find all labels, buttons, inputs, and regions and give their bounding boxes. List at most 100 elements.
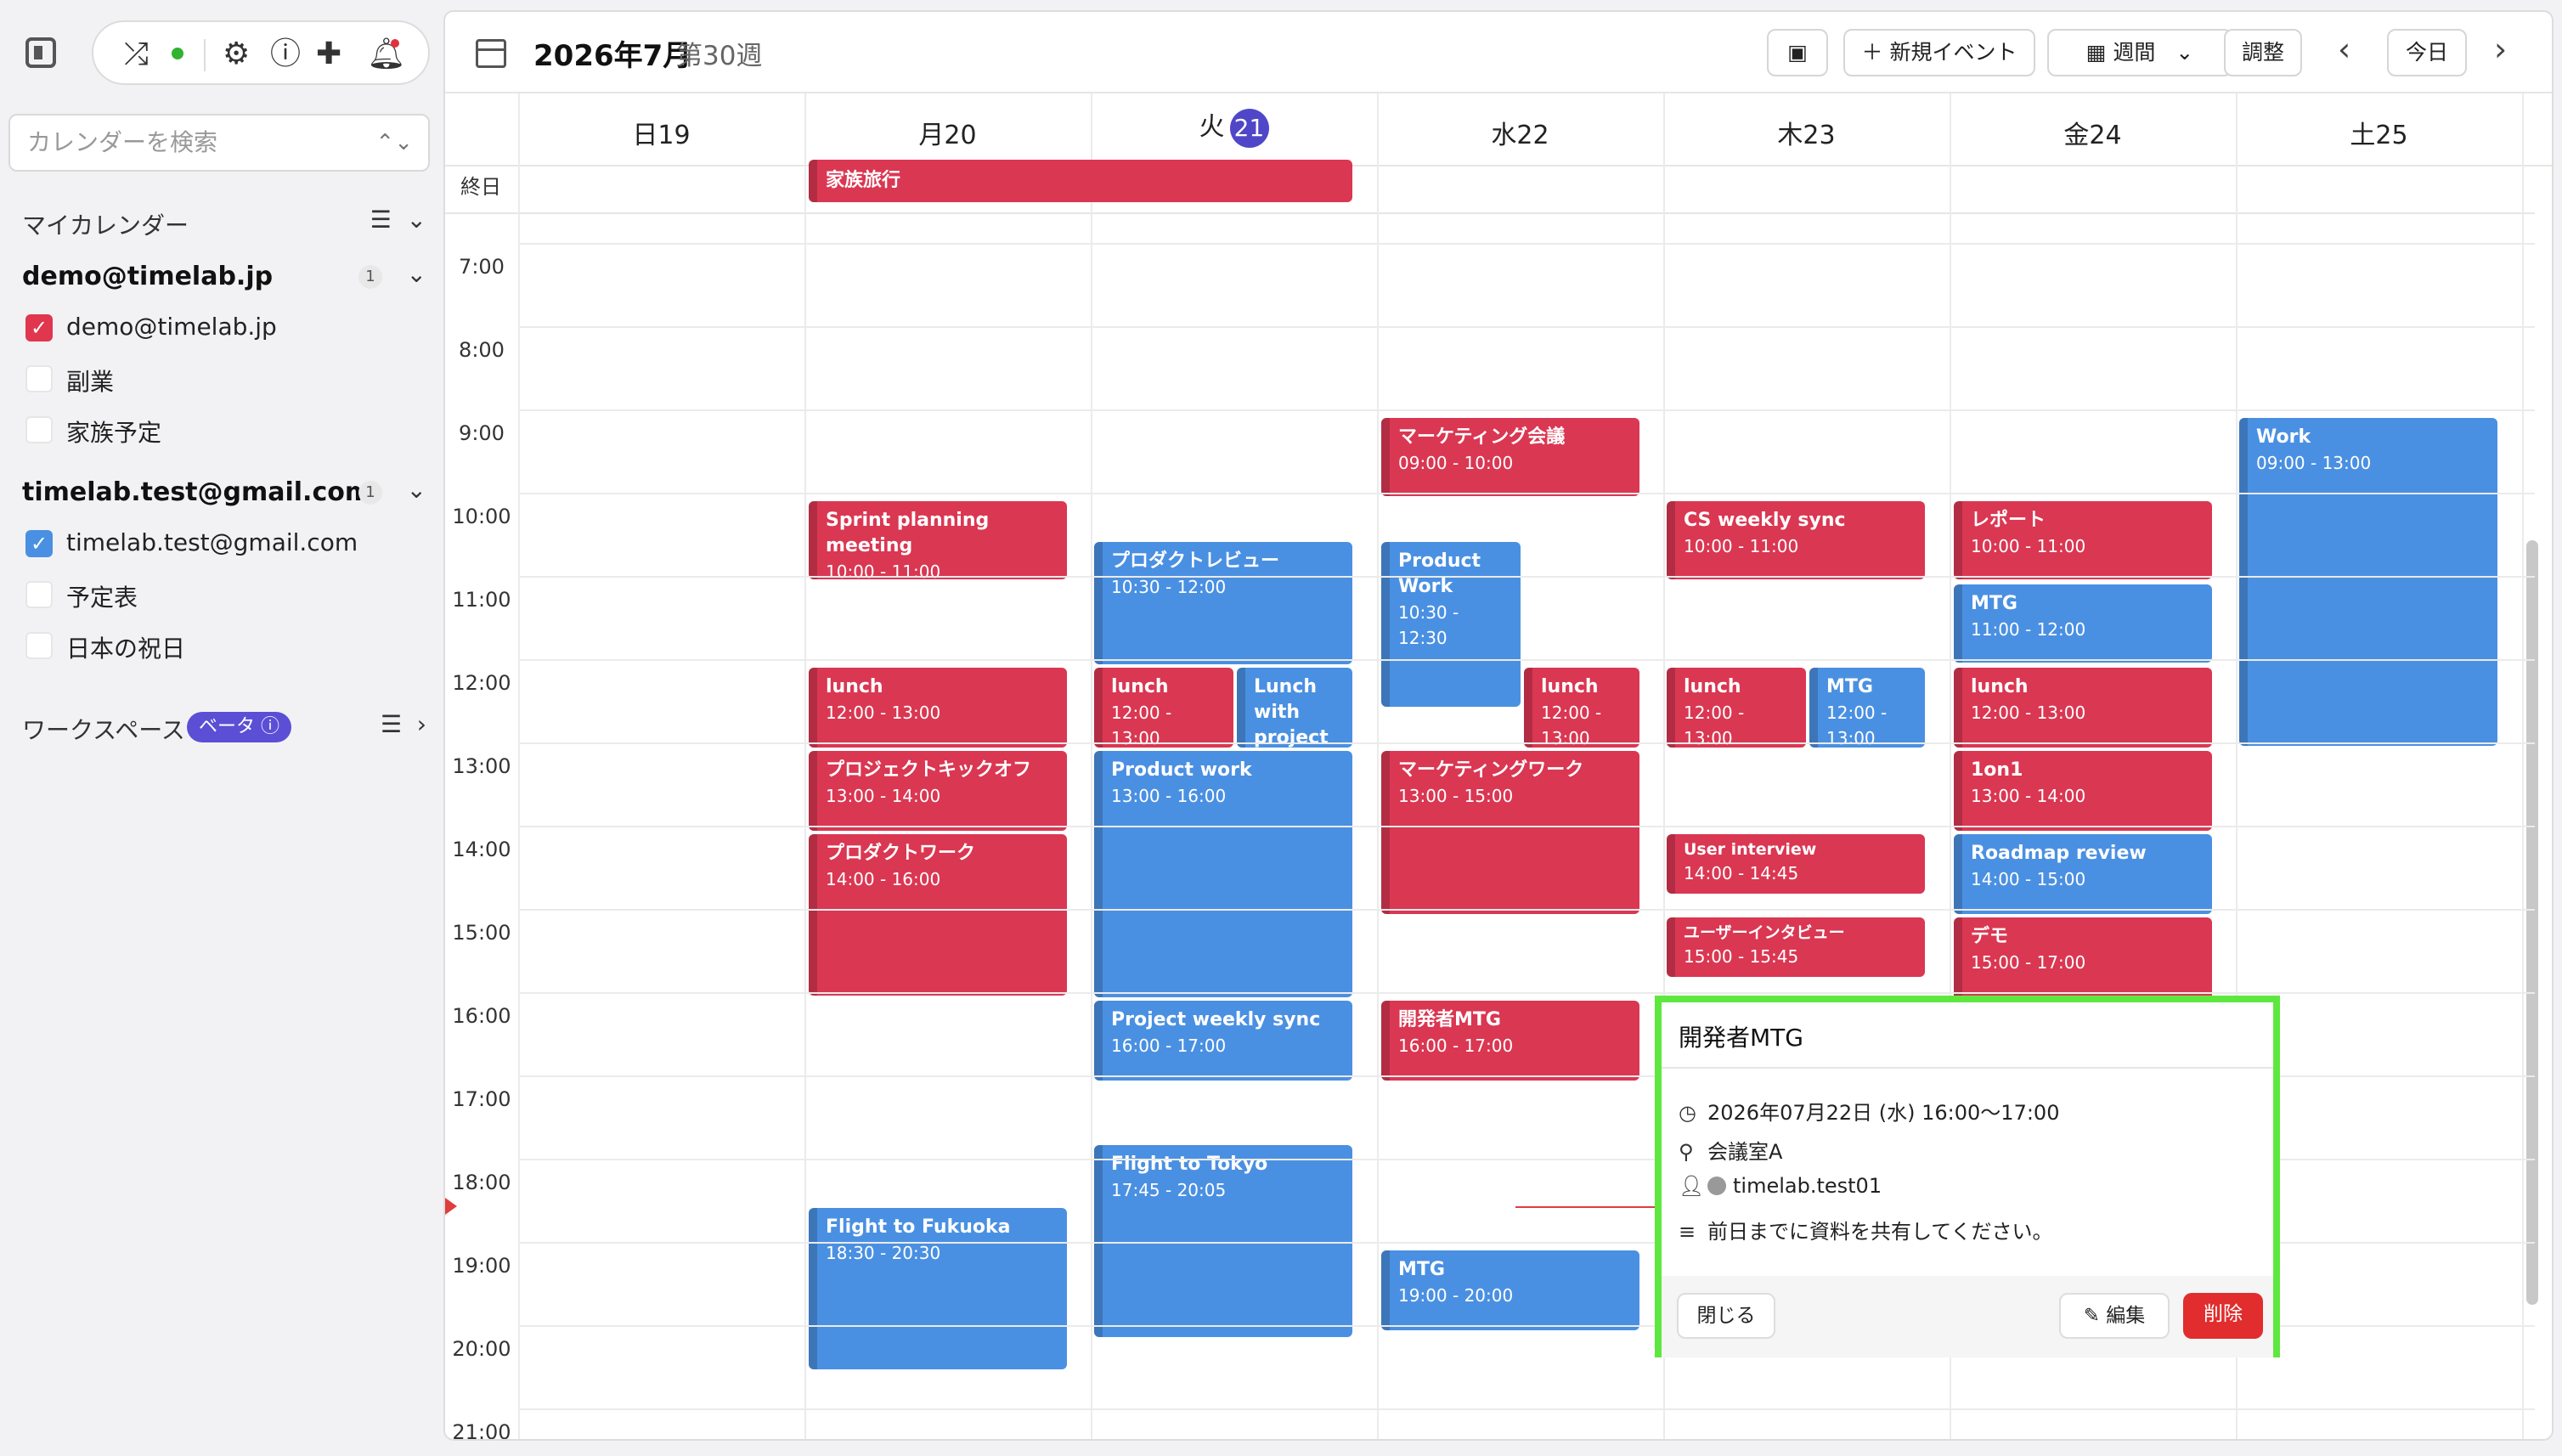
- event-block[interactable]: Work 09:00 - 13:00: [2239, 418, 2497, 746]
- calendar-checkbox-schedule[interactable]: [25, 581, 53, 608]
- event-block[interactable]: Product work 13:00 - 16:00: [1094, 751, 1352, 997]
- event-time: 14:00 - 14:45: [1684, 863, 1799, 883]
- event-block-selected[interactable]: 開発者MTG 16:00 - 17:00: [1381, 1001, 1639, 1081]
- event-block[interactable]: Sprint planning meeting 10:00 - 11:00: [809, 501, 1067, 579]
- calendar-checkbox-side[interactable]: [25, 365, 53, 392]
- edit-button[interactable]: ✎ 編集: [2059, 1293, 2170, 1339]
- gear-icon[interactable]: ⚙: [223, 37, 250, 71]
- event-block[interactable]: デモ 15:00 - 17:00: [1954, 917, 2212, 1002]
- grid-line: [518, 93, 520, 1439]
- current-time-marker: [445, 1198, 457, 1215]
- event-time: 16:00 - 17:00: [1398, 1036, 1514, 1056]
- time-label: 9:00: [459, 421, 505, 445]
- event-block[interactable]: 1on1 13:00 - 14:00: [1954, 751, 2212, 831]
- hour-grid-line: [518, 1408, 2535, 1410]
- list-icon[interactable]: ☰: [381, 710, 402, 738]
- day-header[interactable]: 月20: [804, 114, 1091, 151]
- calendar-label: 日本の祝日: [66, 635, 186, 663]
- chevron-right-icon[interactable]: ›: [417, 710, 426, 738]
- day-header-today[interactable]: 火 21: [1091, 105, 1377, 148]
- time-label: 17:00: [452, 1087, 511, 1111]
- event-block[interactable]: Roadmap review 14:00 - 15:00: [1954, 834, 2212, 914]
- shuffle-icon[interactable]: ⤮: [124, 37, 149, 71]
- hour-grid-line: [518, 409, 2535, 411]
- bell-icon[interactable]: 🔔︎: [367, 37, 406, 71]
- view-label: 週間: [2113, 40, 2156, 65]
- info-icon[interactable]: ⓘ: [270, 37, 301, 71]
- calendar-checkbox-gmail[interactable]: ✓: [25, 530, 53, 557]
- week-number: 第30週: [676, 41, 763, 71]
- person-icon: 👤︎: [1679, 1174, 1705, 1198]
- prev-week-button[interactable]: ‹: [2338, 31, 2350, 68]
- hour-grid-line: [518, 992, 2535, 994]
- event-block[interactable]: マーケティング会議 09:00 - 10:00: [1381, 418, 1639, 496]
- chevron-down-icon[interactable]: ⌄: [407, 260, 426, 288]
- account-count-badge: 1: [358, 481, 382, 505]
- event-block[interactable]: ユーザーインタビュー 15:00 - 15:45: [1667, 917, 1925, 977]
- event-title: User interview: [1684, 840, 1817, 859]
- workspace-controls: ☰ ›: [381, 710, 426, 738]
- day-header[interactable]: 木23: [1663, 114, 1950, 151]
- event-block[interactable]: Product Work 10:30 - 12:30: [1381, 542, 1521, 707]
- event-block[interactable]: lunch 12:00 - 13:00: [1094, 668, 1233, 748]
- chevron-down-icon[interactable]: ⌄: [407, 476, 426, 504]
- sidebar-toggle-icon[interactable]: [25, 37, 56, 68]
- calendar-checkbox-demo[interactable]: ✓: [25, 314, 53, 341]
- day-header[interactable]: 日19: [518, 114, 804, 151]
- list-icon[interactable]: ☰: [370, 206, 392, 234]
- event-block[interactable]: lunch 12:00 - 13:00: [1954, 668, 2212, 748]
- event-block[interactable]: プロダクトワーク 14:00 - 16:00: [809, 834, 1067, 996]
- event-block[interactable]: Project weekly sync 16:00 - 17:00: [1094, 1001, 1352, 1081]
- event-block[interactable]: MTG 19:00 - 20:00: [1381, 1250, 1639, 1330]
- event-time: 11:00 - 12:00: [1971, 619, 2086, 640]
- gift-icon[interactable]: ✚: [316, 37, 341, 71]
- layout-toggle-button[interactable]: ▣: [1767, 29, 1828, 76]
- day-header[interactable]: 水22: [1377, 114, 1663, 151]
- event-block[interactable]: レポート 10:00 - 11:00: [1954, 501, 2212, 579]
- my-calendars-controls: ☰ ⌄: [370, 206, 426, 234]
- event-block[interactable]: マーケティングワーク 13:00 - 15:00: [1381, 751, 1639, 914]
- calendar-checkbox-holidays[interactable]: [25, 632, 53, 659]
- event-block[interactable]: プロジェクトキックオフ 13:00 - 14:00: [809, 751, 1067, 831]
- event-block[interactable]: lunch 12:00 - 13:00: [1524, 668, 1639, 748]
- event-title: 開発者MTG: [1398, 1009, 1501, 1030]
- allday-event[interactable]: 家族旅行: [809, 160, 1352, 202]
- clock-icon: ◷: [1679, 1101, 1696, 1125]
- event-title: lunch: [1111, 676, 1169, 697]
- adjust-button[interactable]: 調整: [2224, 29, 2302, 76]
- event-block[interactable]: Flight to Fukuoka 18:30 - 20:30: [809, 1208, 1067, 1369]
- event-time: 13:00 - 16:00: [1111, 786, 1227, 806]
- event-block[interactable]: CS weekly sync 10:00 - 11:00: [1667, 501, 1925, 579]
- event-title: lunch: [826, 676, 883, 697]
- event-block[interactable]: Lunch with project: [1237, 668, 1352, 748]
- chevron-down-icon[interactable]: ⌄: [407, 206, 426, 234]
- edit-label: 編集: [2106, 1305, 2146, 1327]
- allday-label: 終日: [460, 175, 501, 199]
- day-header[interactable]: 土25: [2236, 114, 2522, 151]
- event-time: 13:00 - 14:00: [1971, 786, 2086, 806]
- event-block[interactable]: プロダクトレビュー 10:30 - 12:00: [1094, 542, 1352, 664]
- event-time: 17:45 - 20:05: [1111, 1180, 1227, 1200]
- event-block[interactable]: User interview 14:00 - 14:45: [1667, 834, 1925, 894]
- account-count-badge: 1: [358, 265, 382, 289]
- delete-button[interactable]: 削除: [2183, 1293, 2263, 1339]
- view-select[interactable]: ▦ 週間 ⌄: [2047, 29, 2232, 76]
- event-block[interactable]: lunch 12:00 - 13:00: [1667, 668, 1806, 748]
- day-header[interactable]: 金24: [1950, 114, 2236, 151]
- plus-icon: ＋: [1861, 40, 1883, 65]
- calendar-checkbox-family[interactable]: [25, 416, 53, 443]
- event-block[interactable]: MTG 11:00 - 12:00: [1954, 584, 2212, 663]
- today-button[interactable]: 今日: [2387, 29, 2467, 76]
- next-week-button[interactable]: ›: [2494, 31, 2507, 68]
- close-button[interactable]: 閉じる: [1677, 1293, 1775, 1339]
- calendar-search-input[interactable]: カレンダーを検索 ⌃⌄: [8, 114, 430, 172]
- new-event-button[interactable]: ＋ 新規イベント: [1843, 29, 2035, 76]
- event-time: 12:00 - 13:00: [826, 703, 941, 723]
- vertical-scrollbar[interactable]: [2526, 540, 2538, 1305]
- event-title: Project weekly sync: [1111, 1009, 1321, 1030]
- event-block[interactable]: lunch 12:00 - 13:00: [809, 668, 1067, 748]
- chevron-updown-icon[interactable]: ⌃⌄: [375, 116, 413, 170]
- event-block[interactable]: MTG 12:00 - 13:00: [1809, 668, 1925, 748]
- event-block[interactable]: Flight to Tokyo 17:45 - 20:05: [1094, 1145, 1352, 1337]
- popup-attendee: timelab.test01: [1733, 1174, 1882, 1198]
